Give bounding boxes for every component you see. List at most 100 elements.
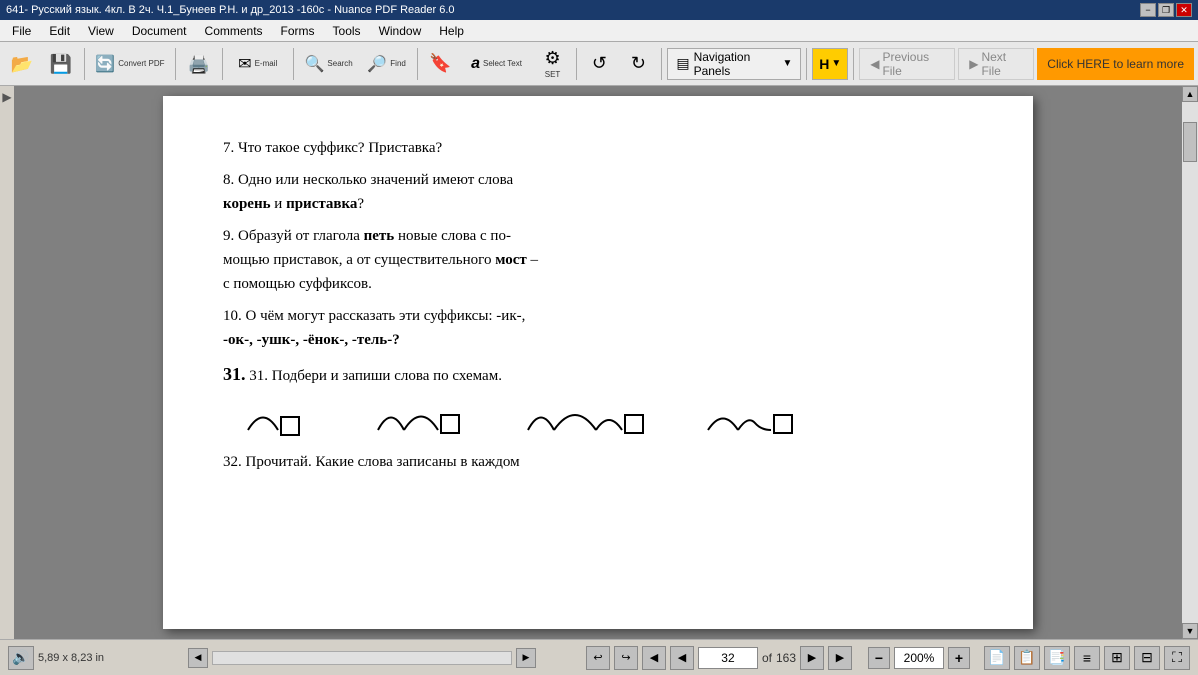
page-total: 163 [776,651,796,665]
info-banner[interactable]: Click HERE to learn more [1037,48,1194,80]
highlight-dropdown-icon: ▼ [831,58,841,69]
menu-edit[interactable]: Edit [41,22,78,40]
scroll-right-arrow[interactable]: ▶ [516,648,536,668]
prev-history-icon: ↩ [593,651,602,664]
pdf-page: 7. Что такое суффикс? Приставка? 8. Одно… [163,96,1033,629]
scroll-track[interactable] [1182,102,1198,623]
toolbar-separator5 [417,48,418,80]
toolbar-separator8 [806,48,807,80]
convert-pdf-button[interactable]: 🔄 Convert PDF [90,45,170,83]
menu-view[interactable]: View [80,22,122,40]
bookmark-button[interactable]: 🔖 [423,45,459,83]
menu-document[interactable]: Document [124,22,195,40]
zoom-input[interactable] [894,647,944,669]
single-page-icon: 📄 [988,649,1005,666]
next-page-history-button[interactable]: ↪ [614,646,638,670]
q9-dash: – [527,252,538,268]
scroll-thumb[interactable] [1183,122,1197,162]
print-icon: 🖨️ [188,55,210,73]
first-page-button[interactable]: ◀ [642,646,666,670]
main-area: ▶ 7. Что такое суффикс? Приставка? 8. Од… [0,86,1198,639]
scroll-up-arrow[interactable]: ▲ [1182,86,1198,102]
continuous-icon: 📋 [1018,649,1035,666]
reflow-icon: ≡ [1083,650,1091,666]
close-button[interactable]: ✕ [1176,3,1192,17]
page-navigation: ↩ ↪ ◀ ◀ of 163 ▶ ▶ − + [586,646,1190,670]
next-page-button[interactable]: ▶ [800,646,824,670]
navigation-panels-button[interactable]: ▤ Navigation Panels ▼ [667,48,801,80]
speaker-icon-button[interactable]: 🔊 [8,646,34,670]
undo-button[interactable]: ↺ [581,45,617,83]
q31-text: 31. Подбери и запиши слова по схемам. [249,368,502,384]
set-button[interactable]: ⚙ SET [535,45,571,83]
select-text-label: Select Text [483,59,522,68]
left-scroll-arrow[interactable]: ▶ [2,90,11,104]
set-label: SET [545,70,561,79]
q9-line1b: новые слова с по- [394,228,511,244]
question-8: 8. Одно или несколько значений имеют сло… [223,168,973,216]
convert-pdf-icon: 🔄 [95,54,115,74]
search-icon: 🔍 [304,54,324,74]
q9-line2: мощью приставок, а от существительного [223,252,495,268]
single-page-view-button[interactable]: 📄 [984,646,1010,670]
schemes-row [223,395,973,440]
prev-page-button[interactable]: ◀ [670,646,694,670]
menu-help[interactable]: Help [431,22,472,40]
next-history-icon: ↪ [621,651,630,664]
q8-mid: и [271,196,287,212]
zoom-in-button[interactable]: + [948,647,970,669]
previous-file-button[interactable]: ◀ Previous File [859,48,955,80]
page-number-input[interactable] [698,647,758,669]
highlight-button[interactable]: H ▼ [812,48,848,80]
save-button[interactable]: 💾 [43,45,79,83]
redo-button[interactable]: ↻ [620,45,656,83]
zoom-out-icon: − [875,650,883,666]
scroll-left-arrow[interactable]: ◀ [188,648,208,668]
minimize-button[interactable]: − [1140,3,1156,17]
question-7: 7. Что такое суффикс? Приставка? [223,136,973,160]
scroll-down-arrow[interactable]: ▼ [1182,623,1198,639]
prev-page-history-button[interactable]: ↩ [586,646,610,670]
menu-file[interactable]: File [4,22,39,40]
next-file-icon: ▶ [969,57,978,71]
horizontal-scrollbar-track[interactable] [212,651,512,665]
highlight-h-label: H [819,56,829,72]
set-icon: ⚙ [544,48,560,69]
fit-page-button[interactable]: ⛶ [1164,646,1190,670]
next-file-button[interactable]: ▶ Next File [958,48,1034,80]
print-button[interactable]: 🖨️ [181,45,217,83]
scheme-2 [373,395,473,440]
last-page-button[interactable]: ▶ [828,646,852,670]
continuous-view-button[interactable]: 📋 [1014,646,1040,670]
two-page-view-button[interactable]: 📑 [1044,646,1070,670]
select-text-icon: a [471,55,480,73]
restore-button[interactable]: ❐ [1158,3,1174,17]
scheme-1 [243,395,323,440]
find-button[interactable]: 🔎 Find [362,45,412,83]
window-title: 641- Русский язык. 4кл. В 2ч. Ч.1_Бунеев… [6,4,1140,16]
email-button[interactable]: ✉ E-mail [228,45,288,83]
toolbar-separator2 [175,48,176,80]
select-text-button[interactable]: a Select Text [462,45,532,83]
question-32-partial: 32. Прочитай. Какие слова записаны в каж… [223,450,973,474]
split-view-button[interactable]: ⊞ [1104,646,1130,670]
question-10: 10. О чём могут рассказать эти суффиксы:… [223,304,973,352]
menu-forms[interactable]: Forms [273,22,323,40]
menu-window[interactable]: Window [371,22,430,40]
menu-tools[interactable]: Tools [325,22,369,40]
toolbar-separator6 [576,48,577,80]
search-button[interactable]: 🔍 Search [299,45,359,83]
open-button[interactable]: 📂 [4,45,40,83]
prev-page-icon: ◀ [678,651,686,664]
menu-comments[interactable]: Comments [197,22,271,40]
undo-icon: ↺ [592,53,607,74]
zoom-out-button[interactable]: − [868,647,890,669]
q9-bold2: мост [495,252,527,268]
reflow-button[interactable]: ≡ [1074,646,1100,670]
info-banner-text: Click HERE to learn more [1047,57,1184,71]
menu-bar: File Edit View Document Comments Forms T… [0,20,1198,42]
grid-view-button[interactable]: ⊟ [1134,646,1160,670]
find-icon: 🔎 [367,54,387,74]
save-icon: 💾 [50,55,72,73]
pdf-container[interactable]: 7. Что такое суффикс? Приставка? 8. Одно… [14,86,1182,639]
